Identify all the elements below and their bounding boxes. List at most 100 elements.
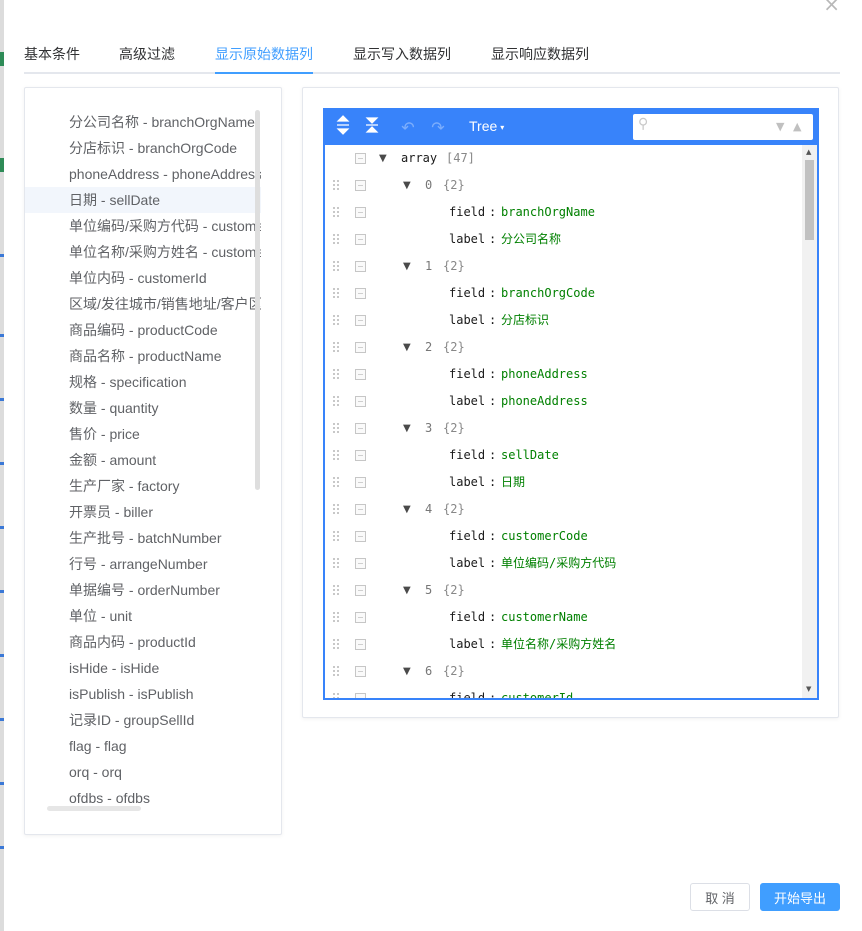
- tree-row[interactable]: field: customerId: [325, 685, 801, 698]
- property-value[interactable]: sellDate: [501, 442, 559, 469]
- drag-handle-icon[interactable]: [332, 206, 340, 218]
- property-value[interactable]: 单位编码/采购方代码: [501, 550, 616, 577]
- drag-handle-icon[interactable]: [332, 611, 340, 623]
- field-list-horizontal-scrollbar[interactable]: [47, 806, 141, 811]
- undo-icon[interactable]: ↶: [395, 115, 421, 141]
- property-value[interactable]: customerName: [501, 604, 588, 631]
- field-list-item[interactable]: isHide - isHide: [25, 655, 261, 681]
- tree-row[interactable]: ▼ 0 {2}: [325, 172, 801, 199]
- context-menu-icon[interactable]: [355, 693, 366, 698]
- context-menu-icon[interactable]: [355, 450, 366, 461]
- drag-handle-icon[interactable]: [332, 449, 340, 461]
- context-menu-icon[interactable]: [355, 612, 366, 623]
- tree-row[interactable]: ▼ array [47]: [325, 145, 801, 172]
- expand-toggle-icon[interactable]: ▼: [403, 415, 415, 442]
- tree-row[interactable]: field: phoneAddress: [325, 361, 801, 388]
- tree-row[interactable]: label: 单位编码/采购方代码: [325, 550, 801, 577]
- context-menu-icon[interactable]: [355, 342, 366, 353]
- property-value[interactable]: 分公司名称: [501, 226, 561, 253]
- drag-handle-icon[interactable]: [332, 584, 340, 596]
- field-list-item[interactable]: 商品编码 - productCode: [25, 317, 261, 343]
- property-value[interactable]: branchOrgCode: [501, 280, 595, 307]
- field-list-item[interactable]: 区域/发往城市/销售地址/客户区域: [25, 291, 261, 317]
- context-menu-icon[interactable]: [355, 666, 366, 677]
- scrollbar-thumb[interactable]: [805, 160, 814, 240]
- property-value[interactable]: phoneAddress: [501, 361, 588, 388]
- expand-toggle-icon[interactable]: ▼: [403, 334, 415, 361]
- drag-handle-icon[interactable]: [332, 233, 340, 245]
- tree-row[interactable]: label: 分店标识: [325, 307, 801, 334]
- field-list-item[interactable]: 行号 - arrangeNumber: [25, 551, 261, 577]
- tab-show-write-columns[interactable]: 显示写入数据列: [353, 44, 451, 74]
- tab-advanced-filter[interactable]: 高级过滤: [119, 44, 175, 74]
- search-input[interactable]: [657, 117, 767, 137]
- context-menu-icon[interactable]: [355, 153, 366, 164]
- tree-row[interactable]: field: sellDate: [325, 442, 801, 469]
- tree-row[interactable]: ▼ 5 {2}: [325, 577, 801, 604]
- property-value[interactable]: 单位名称/采购方姓名: [501, 631, 616, 658]
- property-value[interactable]: 分店标识: [501, 307, 549, 334]
- json-tree-scrollbar[interactable]: ▲ ▼: [802, 145, 817, 698]
- scroll-up-icon[interactable]: ▲: [806, 148, 811, 156]
- context-menu-icon[interactable]: [355, 639, 366, 650]
- expand-all-icon[interactable]: [330, 115, 356, 141]
- drag-handle-icon[interactable]: [332, 368, 340, 380]
- redo-icon[interactable]: ↷: [425, 115, 451, 141]
- field-list-item[interactable]: 单位内码 - customerId: [25, 265, 261, 291]
- expand-toggle-icon[interactable]: ▼: [403, 658, 415, 685]
- drag-handle-icon[interactable]: [332, 638, 340, 650]
- property-value[interactable]: customerCode: [501, 523, 588, 550]
- field-list-item[interactable]: 数量 - quantity: [25, 395, 261, 421]
- field-list-vertical-scrollbar[interactable]: [255, 110, 260, 490]
- field-list-item[interactable]: 开票员 - biller: [25, 499, 261, 525]
- context-menu-icon[interactable]: [355, 396, 366, 407]
- tree-row[interactable]: label: 分公司名称: [325, 226, 801, 253]
- expand-toggle-icon[interactable]: ▼: [403, 577, 415, 604]
- drag-handle-icon[interactable]: [332, 341, 340, 353]
- field-list-item[interactable]: 金额 - amount: [25, 447, 261, 473]
- tree-row[interactable]: ▼ 4 {2}: [325, 496, 801, 523]
- drag-handle-icon[interactable]: [332, 692, 340, 698]
- expand-toggle-icon[interactable]: ▼: [403, 253, 415, 280]
- context-menu-icon[interactable]: [355, 315, 366, 326]
- tree-row[interactable]: ▼ 6 {2}: [325, 658, 801, 685]
- context-menu-icon[interactable]: [355, 180, 366, 191]
- field-list-item[interactable]: 生产批号 - batchNumber: [25, 525, 261, 551]
- field-list-item[interactable]: isPublish - isPublish: [25, 681, 261, 707]
- field-list-item[interactable]: 商品名称 - productName: [25, 343, 261, 369]
- property-value[interactable]: customerId: [501, 685, 573, 698]
- context-menu-icon[interactable]: [355, 369, 366, 380]
- search-next-icon[interactable]: ▼: [776, 120, 784, 133]
- field-list-item[interactable]: 分公司名称 - branchOrgName: [25, 109, 261, 135]
- drag-handle-icon[interactable]: [332, 260, 340, 272]
- drag-handle-icon[interactable]: [332, 179, 340, 191]
- context-menu-icon[interactable]: [355, 288, 366, 299]
- close-icon[interactable]: ×: [823, 0, 840, 14]
- tree-row[interactable]: ▼ 1 {2}: [325, 253, 801, 280]
- drag-handle-icon[interactable]: [332, 287, 340, 299]
- collapse-all-icon[interactable]: [359, 115, 385, 141]
- field-list-item[interactable]: 售价 - price: [25, 421, 261, 447]
- context-menu-icon[interactable]: [355, 585, 366, 596]
- tree-row[interactable]: field: customerCode: [325, 523, 801, 550]
- tree-row[interactable]: ▼ 2 {2}: [325, 334, 801, 361]
- tab-show-response-columns[interactable]: 显示响应数据列: [491, 44, 589, 74]
- search-previous-icon[interactable]: ▲: [793, 120, 801, 133]
- scroll-down-icon[interactable]: ▼: [806, 685, 811, 693]
- drag-handle-icon[interactable]: [332, 314, 340, 326]
- tree-row[interactable]: ▼ 3 {2}: [325, 415, 801, 442]
- field-list-item[interactable]: 规格 - specification: [25, 369, 261, 395]
- property-value[interactable]: 日期: [501, 469, 525, 496]
- drag-handle-icon[interactable]: [332, 530, 340, 542]
- drag-handle-icon[interactable]: [332, 395, 340, 407]
- tree-row[interactable]: label: phoneAddress: [325, 388, 801, 415]
- drag-handle-icon[interactable]: [332, 476, 340, 488]
- context-menu-icon[interactable]: [355, 558, 366, 569]
- field-list-item[interactable]: 单位名称/采购方姓名 - customerName: [25, 239, 261, 265]
- field-list-item[interactable]: orq - orq: [25, 759, 261, 785]
- field-list-item[interactable]: phoneAddress - phoneAddress: [25, 161, 261, 187]
- drag-handle-icon[interactable]: [332, 503, 340, 515]
- field-list-item[interactable]: 单位 - unit: [25, 603, 261, 629]
- property-value[interactable]: phoneAddress: [501, 388, 588, 415]
- tab-basic-conditions[interactable]: 基本条件: [24, 44, 80, 74]
